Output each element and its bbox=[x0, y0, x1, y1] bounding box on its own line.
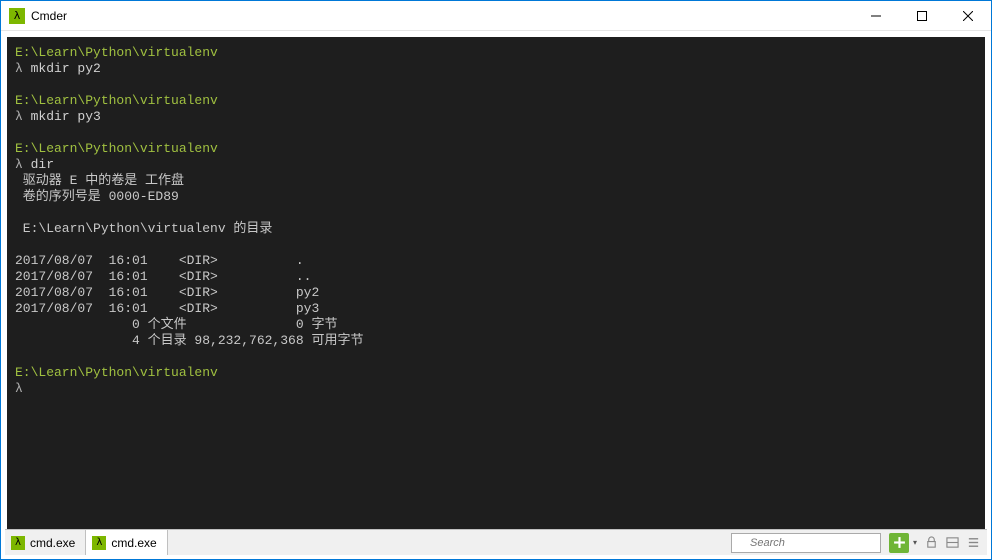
command-text: mkdir py3 bbox=[31, 109, 101, 124]
dir-row: 2017/08/07 16:01 <DIR> py2 bbox=[15, 285, 319, 300]
dir-row: 2017/08/07 16:01 <DIR> .. bbox=[15, 269, 311, 284]
lock-icon bbox=[925, 536, 938, 549]
dir-header: E:\Learn\Python\virtualenv 的目录 bbox=[15, 221, 272, 236]
tab-cmd-1[interactable]: λ cmd.exe bbox=[5, 530, 86, 555]
prompt-path: E:\Learn\Python\virtualenv bbox=[15, 45, 218, 60]
menu-button[interactable] bbox=[963, 533, 983, 553]
command-text: dir bbox=[31, 157, 54, 172]
statusbar: λ cmd.exe λ cmd.exe ▾ bbox=[5, 529, 987, 555]
prompt-lambda: λ bbox=[15, 157, 23, 172]
dir-volume: 驱动器 E 中的卷是 工作盘 bbox=[15, 173, 184, 188]
window-controls bbox=[853, 1, 991, 30]
prompt-path: E:\Learn\Python\virtualenv bbox=[15, 141, 218, 156]
dir-row: 2017/08/07 16:01 <DIR> . bbox=[15, 253, 304, 268]
toolbar: ▾ bbox=[885, 530, 987, 555]
tab-label: cmd.exe bbox=[30, 536, 75, 550]
terminal[interactable]: E:\Learn\Python\virtualenv λ mkdir py2 E… bbox=[5, 35, 987, 529]
prompt-lambda: λ bbox=[15, 381, 23, 396]
spacer bbox=[168, 530, 727, 555]
lambda-icon: λ bbox=[11, 536, 25, 550]
dir-files: 0 个文件 0 字节 bbox=[15, 317, 337, 332]
tab-bar: λ cmd.exe λ cmd.exe bbox=[5, 530, 168, 555]
prompt-lambda: λ bbox=[15, 109, 23, 124]
lock-button[interactable] bbox=[921, 533, 941, 553]
titlebar[interactable]: λ Cmder bbox=[1, 1, 991, 31]
close-button[interactable] bbox=[945, 1, 991, 30]
app-window: λ Cmder E:\Learn\Python\virtualenv λ mkd… bbox=[0, 0, 992, 560]
prompt-path: E:\Learn\Python\virtualenv bbox=[15, 93, 218, 108]
dir-dirs: 4 个目录 98,232,762,368 可用字节 bbox=[15, 333, 363, 348]
hamburger-icon bbox=[967, 536, 980, 549]
search-wrap bbox=[727, 530, 885, 555]
minimize-button[interactable] bbox=[853, 1, 899, 30]
layout-icon bbox=[946, 536, 959, 549]
maximize-icon bbox=[917, 11, 927, 21]
prompt-path: E:\Learn\Python\virtualenv bbox=[15, 365, 218, 380]
new-tab-dropdown[interactable]: ▾ bbox=[910, 533, 920, 553]
minimize-icon bbox=[871, 11, 881, 21]
dir-row: 2017/08/07 16:01 <DIR> py3 bbox=[15, 301, 319, 316]
prompt-lambda: λ bbox=[15, 61, 23, 76]
tab-cmd-2[interactable]: λ cmd.exe bbox=[86, 530, 167, 555]
search-input[interactable] bbox=[731, 533, 881, 553]
window-title: Cmder bbox=[31, 9, 853, 23]
layout-button[interactable] bbox=[942, 533, 962, 553]
lambda-icon: λ bbox=[92, 536, 106, 550]
close-icon bbox=[963, 11, 973, 21]
dir-serial: 卷的序列号是 0000-ED89 bbox=[15, 189, 179, 204]
command-text: mkdir py2 bbox=[31, 61, 101, 76]
maximize-button[interactable] bbox=[899, 1, 945, 30]
tab-label: cmd.exe bbox=[111, 536, 156, 550]
app-icon: λ bbox=[9, 8, 25, 24]
plus-icon bbox=[893, 536, 906, 549]
new-tab-button[interactable] bbox=[889, 533, 909, 553]
